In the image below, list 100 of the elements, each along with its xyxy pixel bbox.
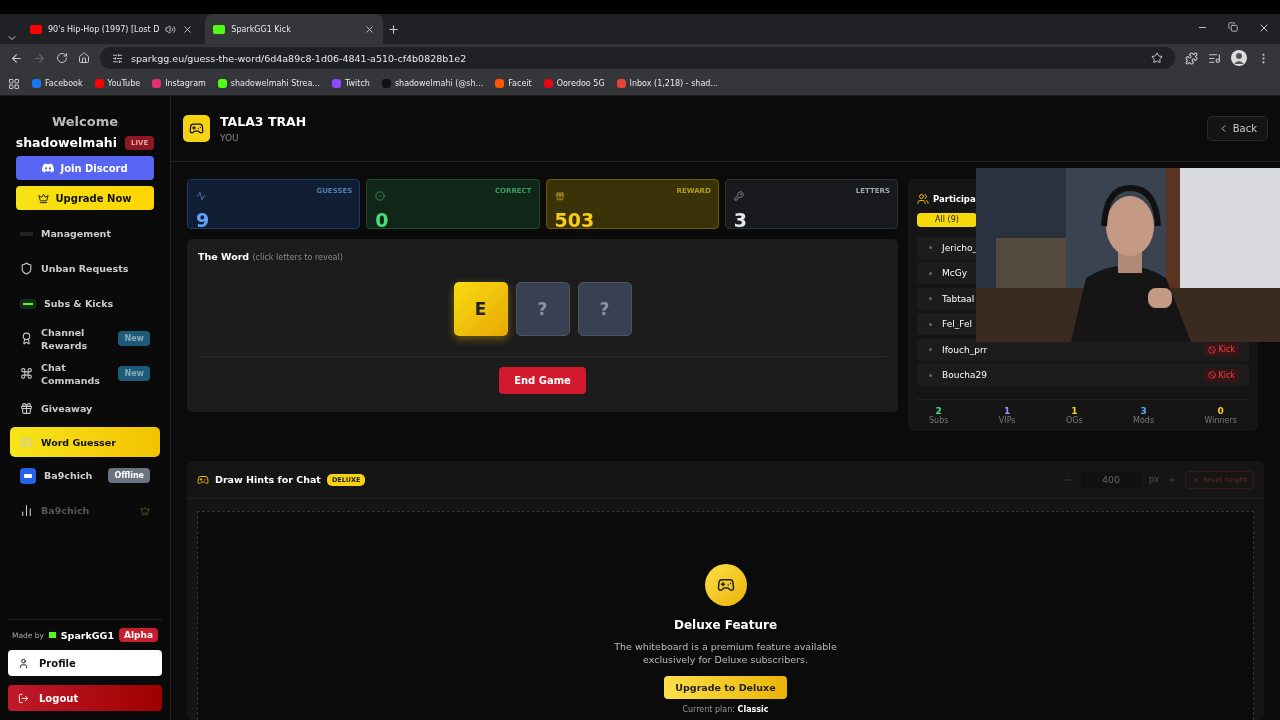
reload-icon[interactable] (56, 52, 68, 64)
gift-icon (20, 402, 33, 415)
apps-icon[interactable] (8, 77, 20, 90)
status-badge: Offline (108, 468, 150, 483)
stat-value: 0 (375, 209, 390, 231)
browser-tab[interactable]: SparkGG1 Kick (205, 14, 384, 44)
gamepad-icon (197, 473, 209, 486)
bookmark[interactable]: shadowelmahi (@sh... (381, 79, 484, 88)
participant-name: Fel_Fel (942, 319, 973, 330)
ban-icon (1207, 371, 1216, 380)
browser-tab[interactable]: 90's Hip-Hop (1997) [Lost D (22, 14, 202, 44)
avatar-icon[interactable] (1231, 50, 1247, 66)
extensions-icon[interactable] (1185, 51, 1198, 65)
bookmark[interactable]: Faceit (495, 79, 532, 88)
unit-label: px (1149, 475, 1159, 484)
gamepad-icon (704, 564, 747, 606)
kick-button[interactable]: Kick (1203, 343, 1239, 357)
count-label: VIPs (998, 416, 1016, 425)
maker-name: SparkGG1 (60, 629, 114, 641)
star-icon[interactable] (1151, 52, 1163, 64)
bookmark[interactable]: Twitch (331, 79, 370, 88)
check-circle-icon (375, 191, 386, 201)
user-icon (18, 657, 29, 669)
bookmark[interactable]: Inbox (1,218) - shad... (616, 79, 718, 88)
username: shadowelmahi (15, 135, 117, 150)
word-heading: The Word (click letters to reveal) (198, 251, 344, 262)
gamepad-icon (20, 435, 33, 449)
logout-icon (18, 692, 29, 704)
count-value: 3 (1140, 406, 1147, 416)
participant-name: Ifouch_prr (942, 344, 989, 355)
back-button[interactable]: Back (1206, 116, 1268, 141)
key-icon (733, 191, 744, 201)
users-icon (917, 193, 929, 205)
new-badge: New (118, 366, 150, 381)
sidebar-item[interactable]: Management (10, 217, 160, 250)
command-icon (20, 367, 33, 380)
count-value: 2 (935, 406, 942, 416)
participant-name: Jericho_ (942, 242, 979, 253)
crown-icon (38, 192, 50, 204)
letter-tile[interactable]: E (453, 282, 508, 336)
count-value: 0 (1217, 406, 1224, 416)
count-label: OGs (1065, 416, 1083, 425)
sidebar-item[interactable]: Unban Requests (10, 252, 160, 285)
participant-name: Boucha29 (942, 370, 988, 381)
upgrade-button[interactable]: Upgrade Now (16, 186, 154, 210)
kick-icon (213, 24, 226, 34)
address-bar[interactable]: sparkgg.eu/guess-the-word/6d4a89c8-1d06-4841-a510-cf4b0828b1e2 (100, 47, 1175, 69)
game-subtitle: YOU (220, 133, 240, 143)
current-plan-text: Current plan: Classic (682, 705, 769, 714)
new-tab-icon[interactable] (387, 22, 401, 36)
new-badge: New (118, 331, 150, 346)
gamepad-icon (183, 115, 210, 142)
sidebar-item[interactable]: Word Guesser (10, 427, 160, 457)
bookmark[interactable]: Ooredoo 5G (543, 79, 605, 88)
pulse-icon (196, 191, 206, 201)
home-icon[interactable] (78, 52, 90, 64)
section-title: Draw Hints for Chat (215, 474, 321, 485)
stat-value: 3 (733, 209, 748, 231)
end-game-button[interactable]: End Game (499, 367, 586, 394)
bookmark[interactable]: Instagram (152, 79, 206, 88)
game-title: TALA3 TRAH (220, 114, 307, 129)
stat-value: 9 (196, 209, 211, 231)
participant-name: McGy (942, 268, 968, 279)
ban-icon (1207, 345, 1216, 354)
filter-tab[interactable]: All (9) (917, 213, 977, 227)
close-icon (1191, 475, 1200, 484)
count-label: Subs (929, 416, 949, 425)
feature-description: The whiteboard is a premium feature available exclusively for Deluxe subscribers. (613, 640, 838, 666)
sidebar-item[interactable]: Chat Commands New (10, 357, 160, 390)
back-icon[interactable] (10, 51, 23, 65)
sidebar-item[interactable]: Ba9chich Offline (10, 459, 160, 492)
app-icon (20, 467, 36, 484)
feature-title: Deluxe Feature (673, 618, 778, 632)
bookmark[interactable]: Facebook (32, 79, 83, 88)
panel-title: Participa (933, 194, 976, 204)
upgrade-deluxe-button[interactable]: Upgrade to Deluxe (664, 676, 787, 699)
sidebar-item[interactable]: Giveaway (10, 392, 160, 425)
sidebar-item[interactable]: Channel Rewards New (10, 322, 160, 355)
sidebar-item[interactable]: Subs & Kicks (10, 287, 160, 320)
award-icon (20, 332, 33, 345)
count-label: Winners (1204, 416, 1237, 425)
discord-icon (42, 162, 55, 174)
join-discord-button[interactable]: Join Discord (16, 156, 154, 180)
shield-icon (20, 262, 33, 275)
close-icon[interactable] (182, 23, 194, 35)
youtube-icon (30, 24, 42, 34)
profile-button[interactable]: Profile (8, 650, 162, 676)
close-icon[interactable] (1258, 22, 1270, 34)
count-value: 1 (1071, 406, 1078, 416)
kick-button[interactable]: Kick (1203, 368, 1239, 382)
media-icon[interactable] (1208, 51, 1221, 65)
logout-button[interactable]: Logout (8, 685, 162, 711)
welcome-text: Welcome (50, 114, 120, 129)
restore-icon[interactable] (1228, 22, 1238, 34)
close-icon[interactable] (364, 23, 376, 35)
count-value: 1 (1004, 406, 1011, 416)
participant-name: Tabtaal (942, 293, 976, 304)
bookmark[interactable]: shadowelmahi Strea... (217, 79, 320, 88)
count-label: Mods (1133, 416, 1155, 425)
bookmark[interactable]: YouTube (94, 79, 141, 88)
